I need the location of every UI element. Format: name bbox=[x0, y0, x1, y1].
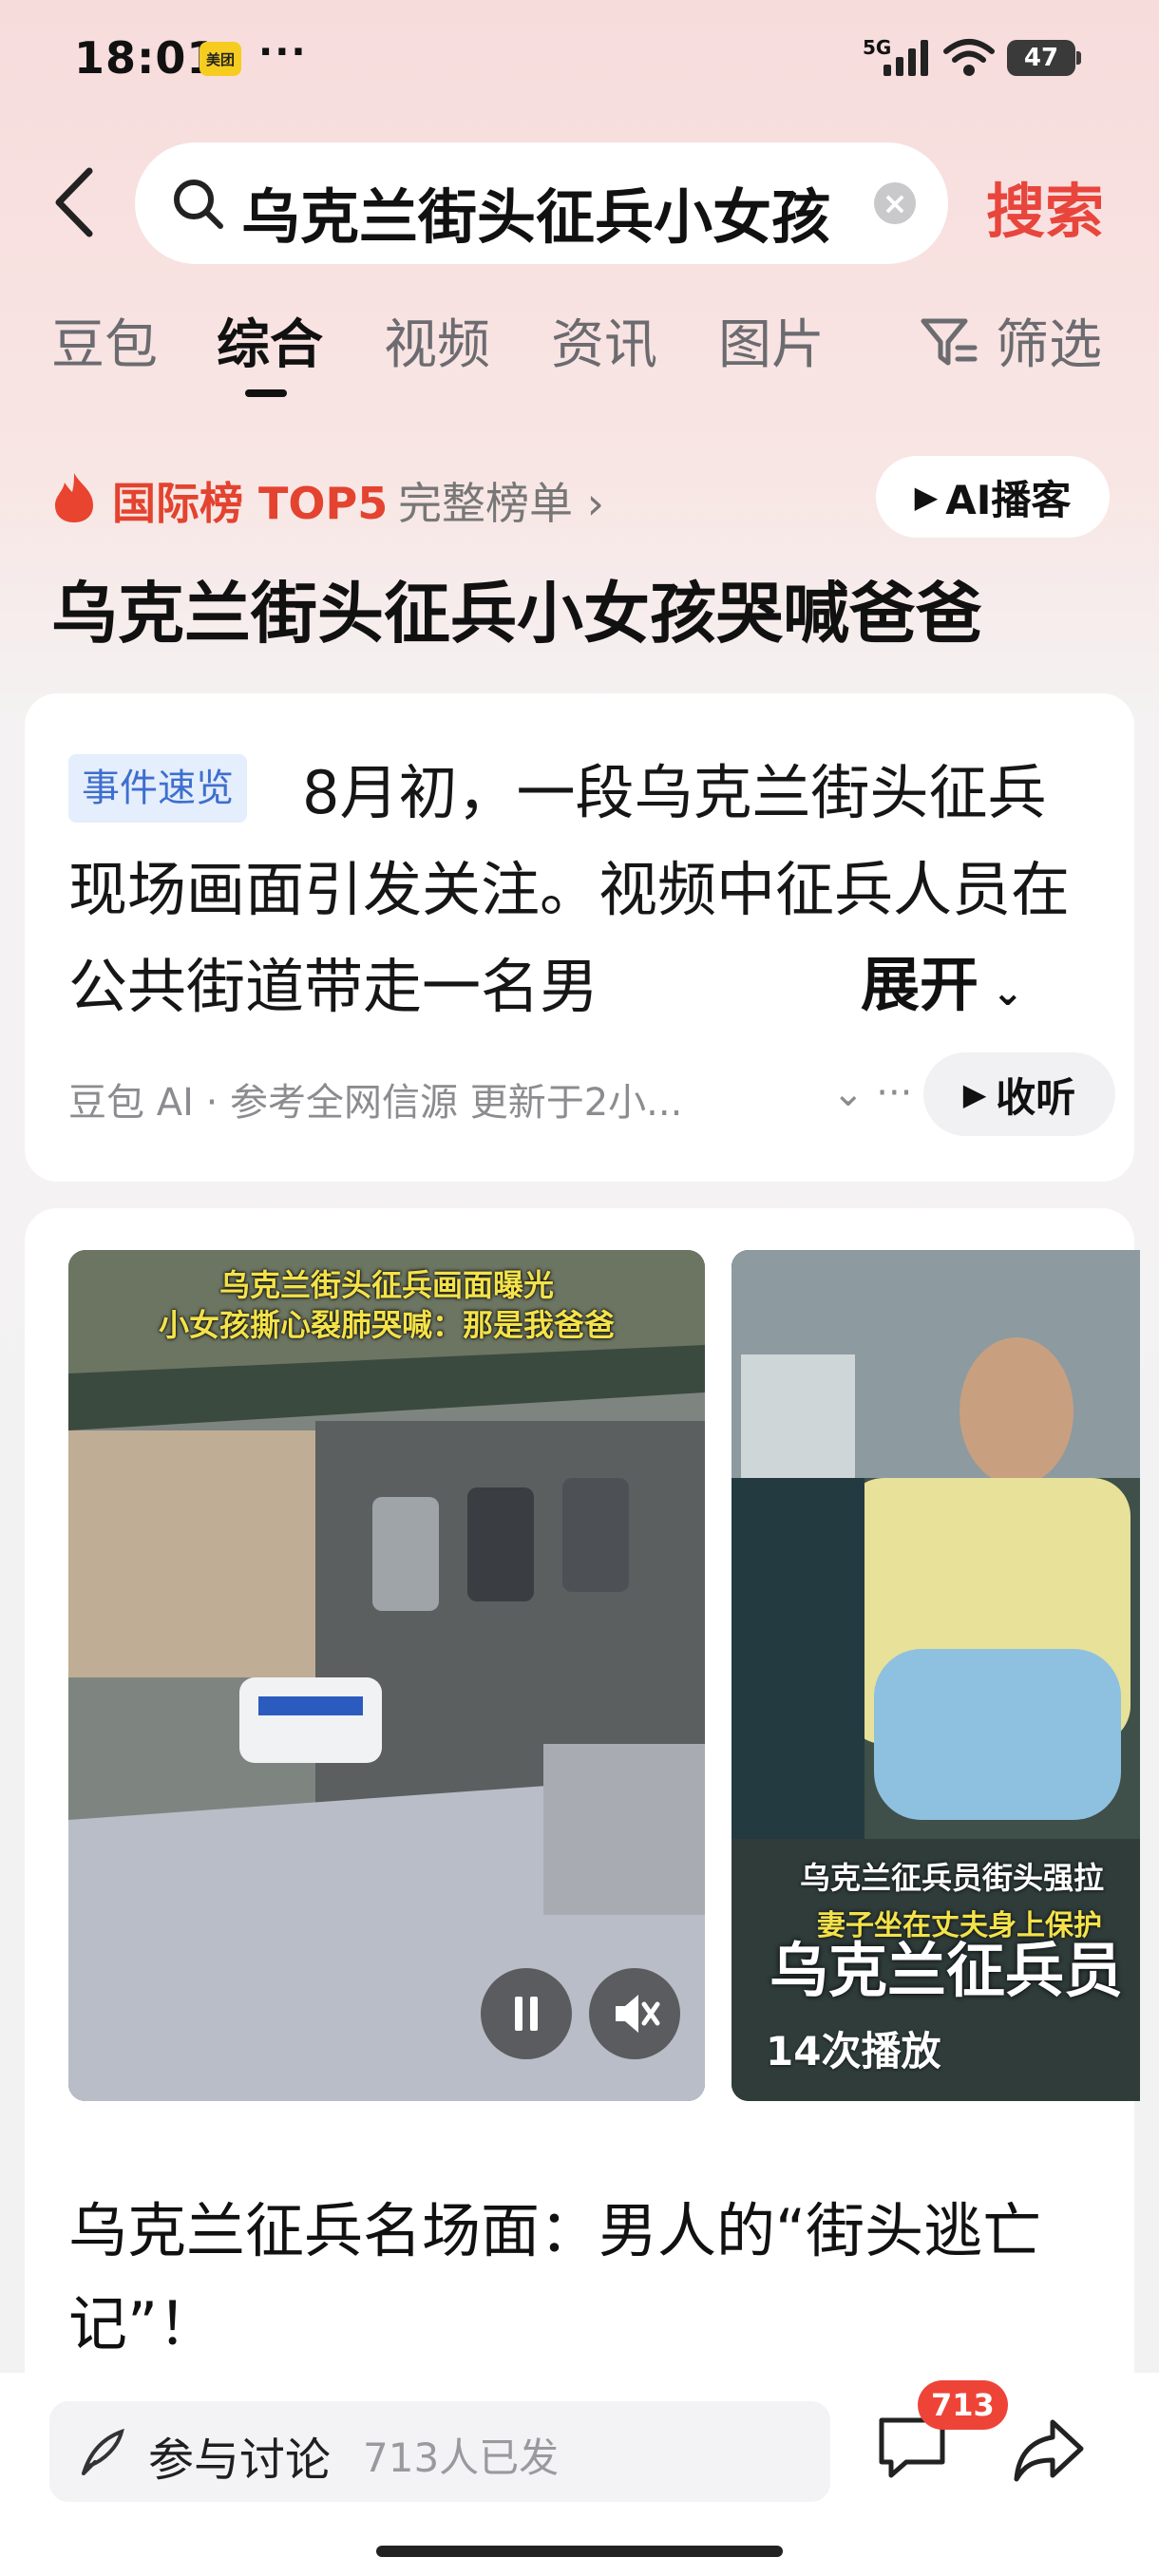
muted-speaker-icon bbox=[616, 1995, 660, 2033]
expand-label: 展开 bbox=[861, 950, 979, 1019]
search-tabs: 豆包 综合 视频 资讯 图片 筛选 bbox=[0, 302, 1159, 397]
discussion-count: 713人已发 bbox=[363, 2434, 560, 2481]
event-summary-card: 事件速览 8月初，一段乌克兰街头征兵现场画面引发关注。视频中征兵人员在公共街道带… bbox=[25, 693, 1134, 1182]
filter-icon[interactable] bbox=[920, 315, 978, 369]
mute-button[interactable] bbox=[589, 1968, 680, 2059]
video-thumbnail[interactable]: 乌克兰征兵员街头强拉 妻子坐在丈夫身上保护 乌克兰征兵员 14次播放 bbox=[732, 1250, 1140, 2101]
status-bar: 18:01 美团 ··· 5G 47 bbox=[0, 0, 1159, 114]
chevron-down-icon: ⌄ bbox=[978, 971, 1024, 1014]
home-indicator bbox=[376, 2546, 783, 2557]
ranking-label[interactable]: 国际榜 TOP5 bbox=[112, 469, 388, 532]
article-title[interactable]: 乌克兰征兵名场面：男人的“街头逃亡记”！ bbox=[68, 2185, 1094, 2371]
meituan-app-icon: 美团 bbox=[200, 42, 241, 76]
listen-button[interactable]: ▶ 收听 bbox=[923, 1052, 1115, 1136]
full-ranking-link[interactable]: 完整榜单 › bbox=[398, 469, 604, 532]
tab-images[interactable]: 图片 bbox=[718, 302, 825, 379]
play-count: 14次播放 bbox=[766, 2028, 941, 2074]
ai-podcast-button[interactable]: ▶ AI播客 bbox=[876, 456, 1110, 538]
video-caption-line1: 乌克兰街头征兵画面曝光 bbox=[218, 1267, 554, 1303]
share-icon[interactable] bbox=[1011, 2415, 1087, 2487]
video2-caption-c: 乌克兰征兵员 bbox=[770, 1936, 1124, 2005]
pen-icon bbox=[82, 2428, 124, 2475]
fire-icon bbox=[55, 473, 93, 522]
wifi-icon bbox=[943, 39, 995, 76]
ai-podcast-label: AI播客 bbox=[945, 476, 1072, 523]
video-thumbnail[interactable]: 乌克兰街头征兵画面曝光 小女孩撕心裂肺哭喊：那是我爸爸 bbox=[68, 1250, 705, 2101]
video-caption-line2: 小女孩撕心裂肺哭喊：那是我爸爸 bbox=[158, 1307, 615, 1343]
back-arrow-icon[interactable] bbox=[48, 160, 104, 245]
battery-indicator: 47 bbox=[1007, 40, 1081, 76]
tab-filter[interactable]: 筛选 bbox=[996, 302, 1102, 379]
tab-general[interactable]: 综合 bbox=[217, 302, 323, 379]
discussion-label: 参与讨论 bbox=[148, 2434, 332, 2487]
topic-headline: 乌克兰街头征兵小女孩哭喊爸爸 bbox=[51, 575, 982, 653]
search-query[interactable]: 乌克兰街头征兵小女孩 bbox=[241, 169, 859, 255]
tab-news[interactable]: 资讯 bbox=[551, 302, 657, 379]
comment-count-badge: 713 bbox=[918, 2380, 1008, 2430]
active-tab-indicator bbox=[245, 389, 287, 397]
play-icon: ▶ bbox=[962, 1076, 987, 1112]
more-options-icon[interactable]: ⌄ ··· bbox=[832, 1071, 912, 1115]
more-notifications-icon: ··· bbox=[258, 30, 308, 74]
bottom-bar: 参与讨论 713人已发 713 bbox=[0, 2373, 1159, 2576]
discussion-input[interactable]: 参与讨论 713人已发 bbox=[49, 2401, 830, 2502]
tab-video[interactable]: 视频 bbox=[384, 302, 490, 379]
video2-caption-a: 乌克兰征兵员街头强拉 bbox=[800, 1860, 1105, 1896]
pause-icon bbox=[515, 1997, 538, 2031]
listen-label: 收听 bbox=[996, 1073, 1076, 1121]
status-time: 18:01 bbox=[74, 32, 218, 84]
search-icon bbox=[174, 180, 223, 229]
expand-button[interactable]: 展开 ⌄ bbox=[861, 937, 1023, 1041]
signal-icon bbox=[884, 40, 928, 76]
search-input[interactable]: 乌克兰街头征兵小女孩 × bbox=[135, 142, 948, 264]
search-button[interactable]: 搜索 bbox=[986, 163, 1104, 249]
play-icon: ▶ bbox=[914, 479, 939, 515]
tab-doubao[interactable]: 豆包 bbox=[51, 302, 158, 379]
summary-source: 豆包 AI · 参考全网信源 更新于2小... bbox=[68, 1081, 683, 1125]
clear-icon[interactable]: × bbox=[874, 182, 916, 224]
pause-button[interactable] bbox=[481, 1968, 572, 2059]
